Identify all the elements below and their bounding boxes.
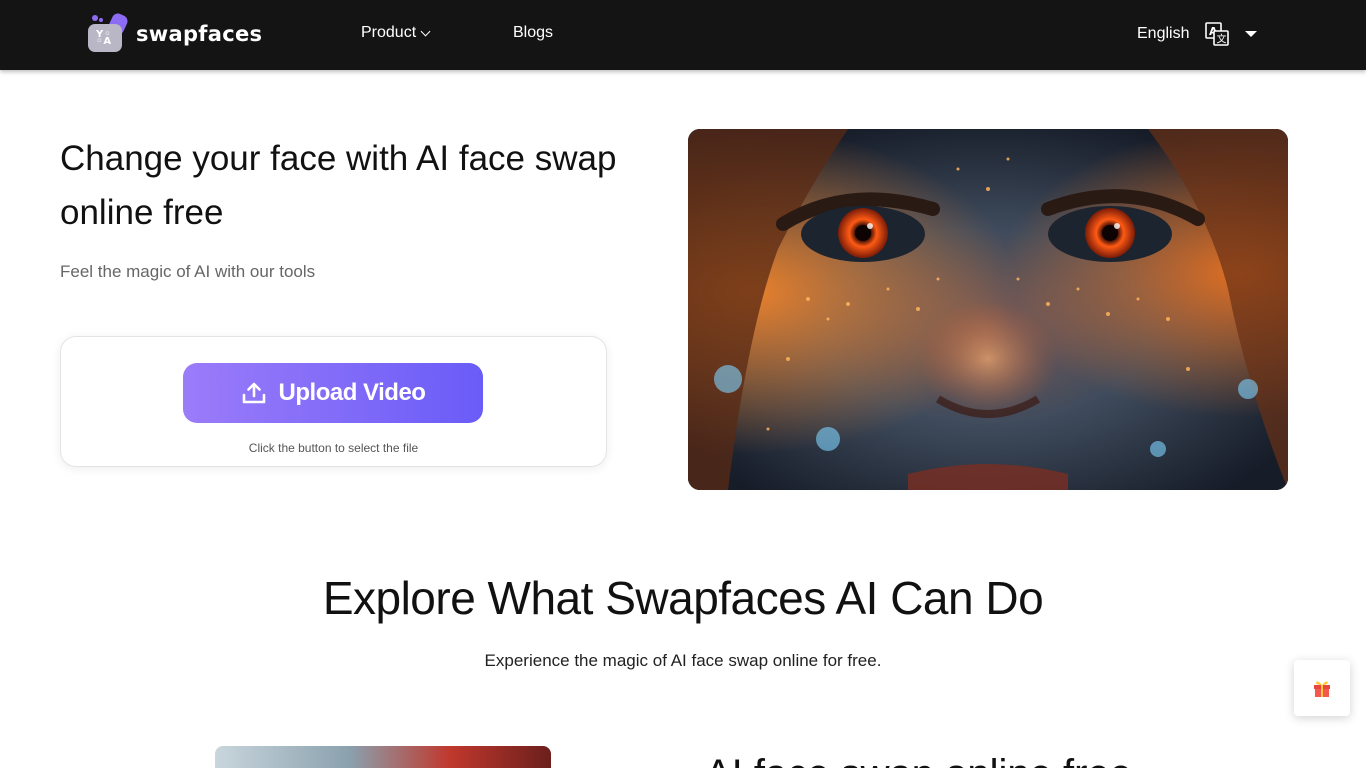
language-selector[interactable]: English A 文 xyxy=(1137,22,1258,46)
upload-video-label: Upload Video xyxy=(278,379,426,406)
nav-blogs-link[interactable]: Blogs xyxy=(513,24,553,42)
hero-title: Change your face with AI face swap onlin… xyxy=(60,139,617,232)
top-navbar: Y◦◦A swapfaces Product Blogs English A 文 xyxy=(0,0,1366,70)
brand-logo[interactable]: Y◦ ◦A swapfaces xyxy=(88,11,263,54)
hero-face-image xyxy=(688,129,1288,490)
chevron-down-icon xyxy=(420,26,431,36)
upload-card: Upload Video Click the button to select … xyxy=(60,336,607,467)
translate-icon: A 文 xyxy=(1205,22,1230,46)
explore-subtitle: Experience the magic of AI face swap onl… xyxy=(484,651,882,670)
gift-icon xyxy=(1314,681,1330,697)
hero-subtitle: Feel the magic of AI with our tools xyxy=(60,262,316,281)
svg-text:文: 文 xyxy=(1217,33,1227,46)
gift-button[interactable] xyxy=(1294,660,1350,716)
feature-thumbnail xyxy=(215,746,551,768)
upload-icon xyxy=(242,382,265,404)
brand-name: swapfaces xyxy=(136,22,263,46)
upload-video-button[interactable]: Upload Video xyxy=(183,363,483,423)
language-label: English xyxy=(1137,25,1190,42)
nav-product-label: Product xyxy=(361,24,417,41)
nav-product-menu[interactable]: Product xyxy=(361,24,431,42)
logo-icon: Y◦ ◦A xyxy=(88,11,130,54)
upload-hint: Click the button to select the file xyxy=(248,441,419,455)
explore-title: Explore What Swapfaces AI Can Do xyxy=(322,572,1044,624)
feature-heading: AI face swap online free xyxy=(705,752,1132,768)
caret-down-icon xyxy=(1245,31,1258,37)
